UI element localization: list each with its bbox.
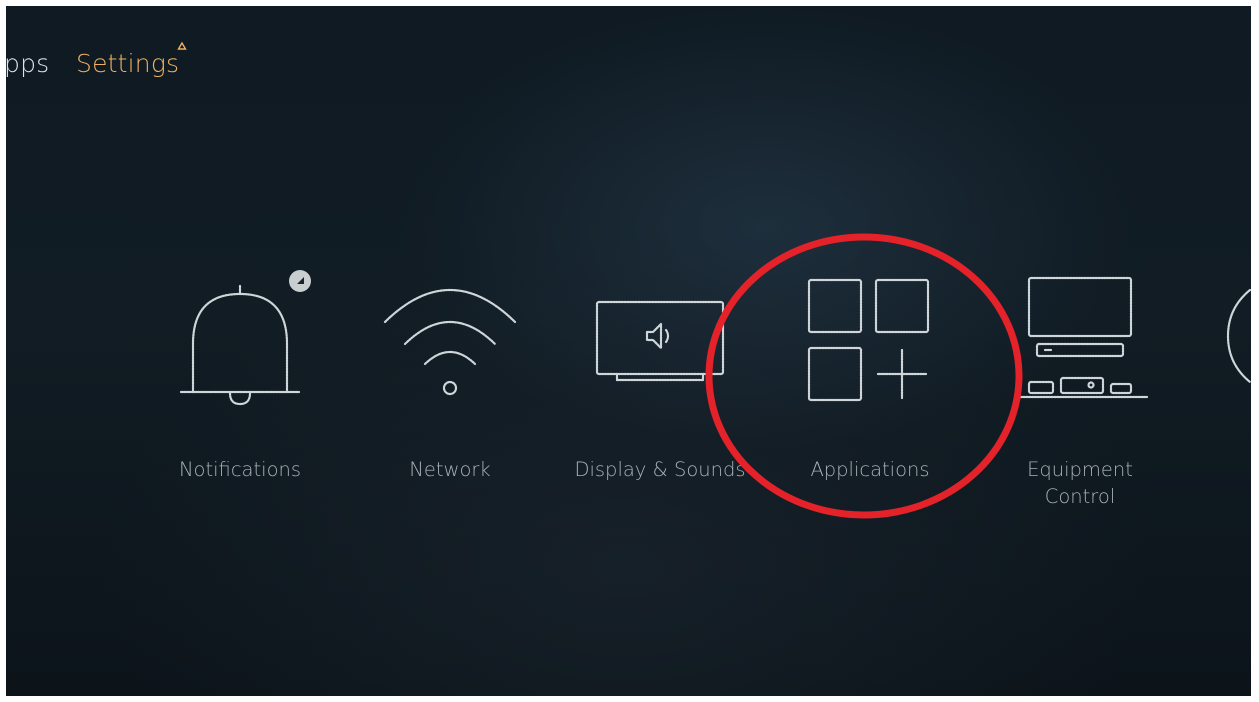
tile-label-applications: Applications bbox=[810, 458, 930, 481]
wifi-icon bbox=[383, 289, 517, 396]
tile-label-network: Network bbox=[409, 458, 491, 481]
applications-icon bbox=[807, 278, 930, 402]
next-tile-partial-icon bbox=[1226, 288, 1251, 384]
settings-tile-notifications[interactable]: Notifications bbox=[145, 264, 335, 514]
settings-tile-equipment-control[interactable]: Equipment Control bbox=[985, 264, 1175, 514]
settings-tile-display-sounds[interactable]: Display & Sounds bbox=[565, 264, 755, 514]
settings-tile-network[interactable]: Network bbox=[355, 264, 545, 514]
nav-item-apps[interactable]: pps bbox=[6, 49, 49, 78]
tile-label-display-sounds: Display & Sounds bbox=[574, 458, 746, 481]
tile-label-equipment-control: Equipment Control bbox=[1027, 458, 1133, 508]
fire-tv-settings-screen: pps Settings Notifications Network Displ… bbox=[6, 6, 1251, 696]
up-caret-icon bbox=[177, 41, 187, 50]
bell-icon bbox=[179, 270, 311, 406]
nav-item-settings[interactable]: Settings bbox=[76, 49, 179, 78]
tile-label-notifications: Notifications bbox=[178, 458, 302, 481]
display-sound-icon bbox=[595, 300, 725, 382]
settings-tile-applications[interactable]: Applications bbox=[775, 264, 965, 514]
equipment-control-icon bbox=[1013, 276, 1149, 399]
